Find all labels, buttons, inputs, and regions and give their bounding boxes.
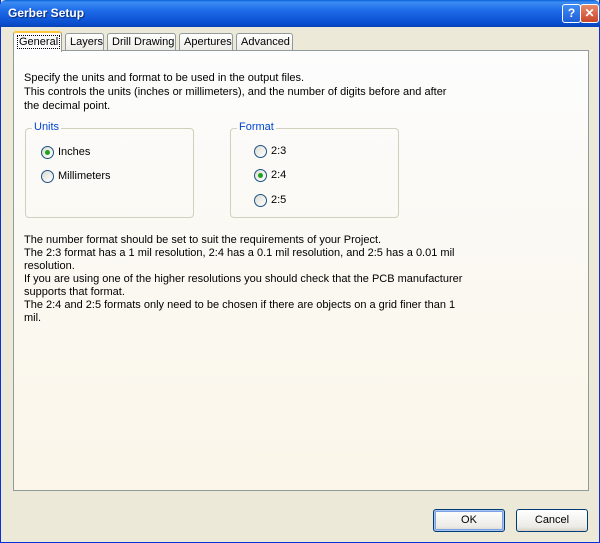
format-2-5-label: 2:5 (271, 194, 287, 206)
intro-line-1: Specify the units and format to be used … (24, 72, 305, 84)
format-group-title: Format (237, 121, 276, 133)
note-line: If you are using one of the higher resol… (24, 273, 463, 298)
units-group: Units Inches Millimeters (25, 121, 194, 218)
tab-advanced[interactable]: Advanced (236, 33, 293, 51)
format-notes: The number format should be set to suit … (24, 234, 464, 325)
radio-unselected-icon (254, 194, 267, 207)
radio-selected-icon (254, 169, 267, 182)
tab-drill-drawing[interactable]: Drill Drawing (107, 33, 176, 51)
window-title: Gerber Setup (8, 6, 85, 20)
gerber-setup-dialog: Gerber Setup ? ✕ General Layers Drill Dr… (0, 0, 600, 543)
cancel-button[interactable]: Cancel (516, 509, 588, 532)
note-line: The 2:3 format has a 1 mil resolution, 2… (24, 247, 455, 272)
format-2-3-label: 2:3 (271, 145, 287, 157)
units-group-title: Units (32, 121, 62, 133)
help-button[interactable]: ? (562, 4, 581, 23)
format-group: Format 2:3 2:4 2:5 (230, 121, 399, 218)
units-inches-label: Inches (58, 146, 91, 158)
general-tab-panel: Specify the units and format to be used … (13, 50, 589, 491)
units-millimeters-label: Millimeters (58, 170, 111, 182)
note-line: The 2:4 and 2:5 formats only need to be … (24, 299, 456, 324)
tab-apertures[interactable]: Apertures (179, 33, 233, 51)
radio-unselected-icon (41, 170, 54, 183)
close-icon[interactable]: ✕ (580, 4, 599, 23)
tab-layers[interactable]: Layers (65, 33, 104, 51)
format-2-4-label: 2:4 (271, 169, 287, 181)
intro-text: Specify the units and format to be used … (24, 71, 464, 113)
note-line: The number format should be set to suit … (24, 234, 382, 246)
radio-selected-icon (41, 146, 54, 159)
ok-button[interactable]: OK (433, 509, 505, 532)
title-bar[interactable]: Gerber Setup ? ✕ (0, 0, 600, 27)
radio-unselected-icon (254, 145, 267, 158)
tab-general[interactable]: General (13, 31, 62, 52)
intro-line-2: This controls the units (inches or milli… (24, 86, 447, 112)
